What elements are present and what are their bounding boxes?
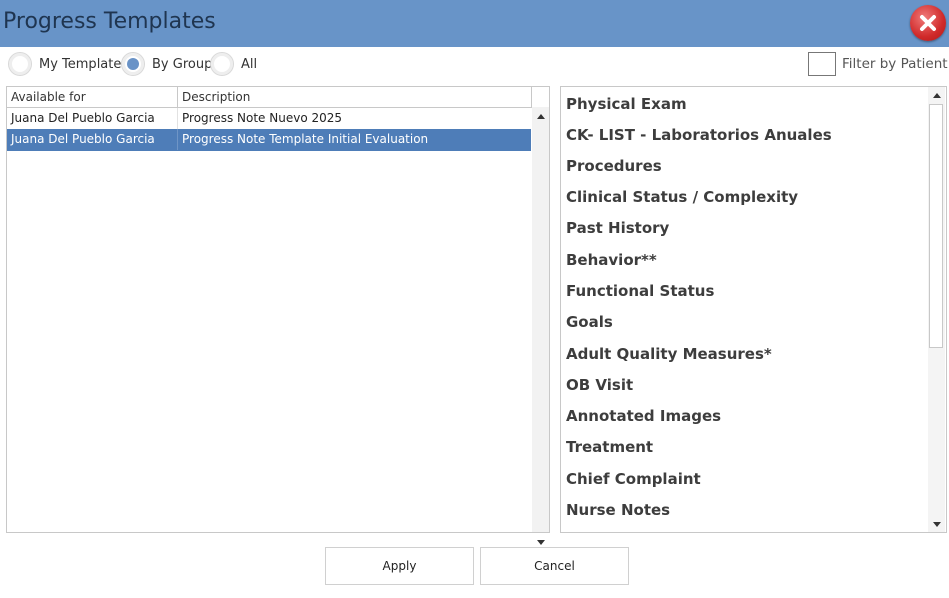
list-item[interactable]: Chief Complaint xyxy=(566,470,701,488)
radio-label-by-group: By Group xyxy=(152,56,213,72)
list-item[interactable]: Functional Status xyxy=(566,282,714,300)
cancel-button[interactable]: Cancel xyxy=(480,547,629,585)
radio-label-all: All xyxy=(241,56,258,72)
filter-by-patient-label: Filter by Patient xyxy=(842,56,948,72)
radio-circle-by-group[interactable] xyxy=(121,52,145,76)
filter-by-patient-checkbox[interactable] xyxy=(808,52,836,76)
sections-scroll-down-button[interactable] xyxy=(928,516,945,532)
radio-all[interactable]: All xyxy=(210,52,257,76)
title-bar: Progress Templates xyxy=(0,0,949,47)
list-item[interactable]: Procedures xyxy=(566,157,662,175)
grid-scroll-up-button[interactable] xyxy=(532,108,549,124)
grid-scrollbar[interactable] xyxy=(532,107,549,545)
list-item[interactable]: Treatment xyxy=(566,438,653,456)
radio-label-my-templates: My Templates xyxy=(39,56,129,72)
grid-header: Available for Description xyxy=(7,87,549,108)
column-header-description[interactable]: Description xyxy=(178,87,532,107)
table-row[interactable]: Juana Del Pueblo Garcia Progress Note Nu… xyxy=(7,108,531,130)
sections-scroll-up-button[interactable] xyxy=(928,87,945,103)
window-title: Progress Templates xyxy=(3,9,216,34)
list-item[interactable]: CK- LIST - Laboratorios Anuales xyxy=(566,126,832,144)
arrow-up-icon xyxy=(932,92,941,98)
arrow-down-icon xyxy=(932,521,941,527)
template-grid: Available for Description Juana Del Pueb… xyxy=(6,86,550,545)
apply-button[interactable]: Apply xyxy=(325,547,474,585)
table-row[interactable]: Juana Del Pueblo Garcia Progress Note Te… xyxy=(7,129,531,151)
filter-by-patient[interactable]: Filter by Patient xyxy=(808,52,948,76)
radio-circle-my-templates[interactable] xyxy=(8,52,32,76)
list-item[interactable]: Goals xyxy=(566,313,613,331)
close-button[interactable] xyxy=(910,5,946,41)
radio-circle-all[interactable] xyxy=(210,52,234,76)
column-header-available-for[interactable]: Available for xyxy=(7,87,178,107)
arrow-up-icon xyxy=(536,113,545,119)
list-item[interactable]: Clinical Status / Complexity xyxy=(566,188,798,206)
cell-available-for: Juana Del Pueblo Garcia xyxy=(7,108,178,129)
radio-by-group[interactable]: By Group xyxy=(121,52,212,76)
list-item[interactable]: Physical Exam xyxy=(566,95,687,113)
cell-description: Progress Note Nuevo 2025 xyxy=(182,111,343,125)
filter-toolbar: My Templates By Group All Filter by Pati… xyxy=(0,47,949,83)
list-item[interactable]: Behavior** xyxy=(566,251,657,269)
close-icon xyxy=(920,15,936,31)
list-item[interactable]: OB Visit xyxy=(566,376,633,394)
cell-available-for: Juana Del Pueblo Garcia xyxy=(7,129,178,150)
list-item[interactable]: Adult Quality Measures* xyxy=(566,345,772,363)
sections-scroll-thumb[interactable] xyxy=(929,104,943,348)
radio-my-templates[interactable]: My Templates xyxy=(8,52,128,76)
list-item[interactable]: Annotated Images xyxy=(566,407,721,425)
sections-list: Physical Exam CK- LIST - Laboratorios An… xyxy=(560,86,947,533)
sections-scrollbar[interactable] xyxy=(928,87,945,532)
list-item[interactable]: Nurse Notes xyxy=(566,501,670,519)
arrow-down-icon xyxy=(536,539,545,545)
list-item[interactable]: Past History xyxy=(566,219,669,237)
cell-description: Progress Note Template Initial Evaluatio… xyxy=(182,132,429,146)
